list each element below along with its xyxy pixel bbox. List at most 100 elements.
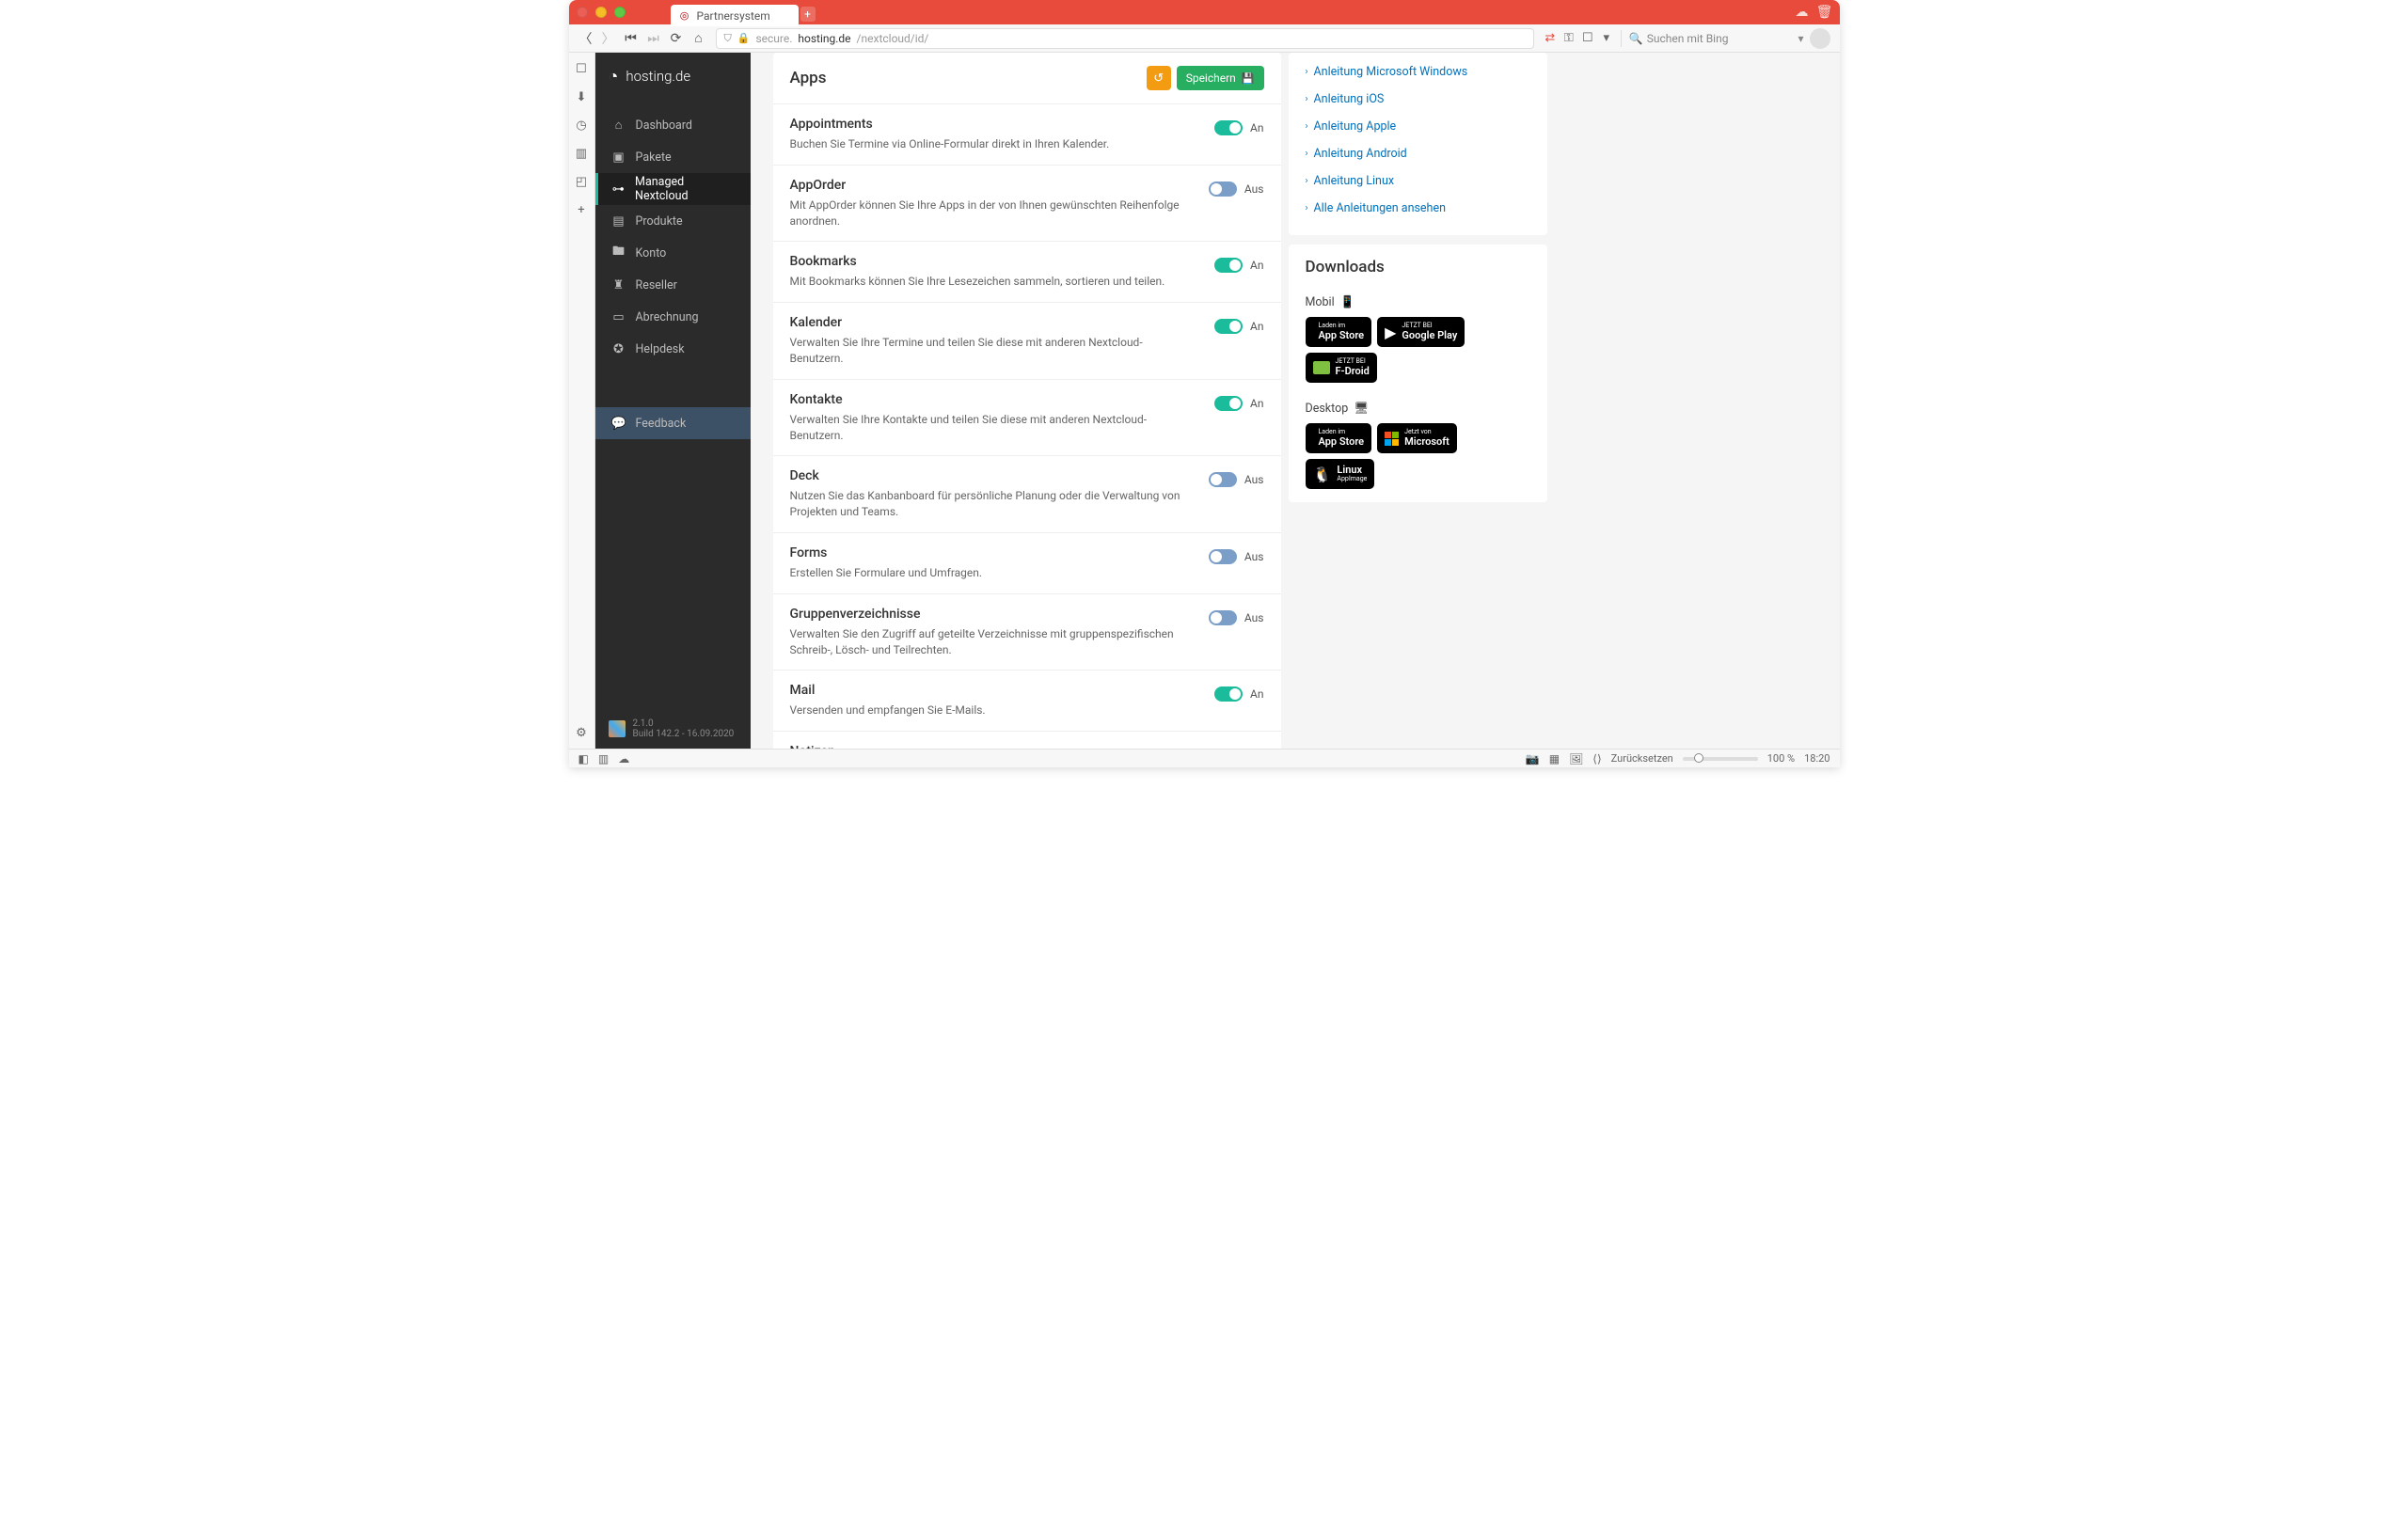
rewind-button[interactable]: ⏮ <box>624 31 639 46</box>
toggle-state-label: An <box>1250 687 1263 701</box>
guide-link[interactable]: ›Anleitung Linux <box>1306 167 1530 195</box>
cloud-icon[interactable]: ☁ <box>1795 5 1810 20</box>
guide-link[interactable]: › Anleitung Android <box>1306 140 1530 167</box>
notes-panel-icon[interactable]: ▥ <box>573 145 590 162</box>
toggle-switch[interactable] <box>1214 258 1243 273</box>
window-titlebar: ◎ Partnersystem + ☁ 🗑 <box>569 0 1840 24</box>
toggle-state-label: An <box>1250 397 1263 410</box>
key-icon[interactable]: ⚿ <box>1562 32 1576 45</box>
tab-title: Partnersystem <box>697 9 770 23</box>
downloads-panel-icon[interactable]: ⬇ <box>573 88 590 105</box>
sb-reset-link[interactable]: Zurücksetzen <box>1611 752 1673 765</box>
logo-mark-icon: ◔ <box>609 67 619 87</box>
avatar-button[interactable] <box>1810 28 1830 49</box>
googleplay-badge[interactable]: ▶ JETZT BEI Google Play <box>1377 317 1465 347</box>
microsoft-badge[interactable]: Jetzt von Microsoft <box>1377 423 1457 453</box>
sb-camera-icon[interactable]: 📷 <box>1526 752 1540 766</box>
fastforward-button[interactable]: ⏭ <box>646 31 661 46</box>
sidebar-label: Feedback <box>636 417 687 431</box>
sidebar-item-feedback[interactable]: 💬 Feedback <box>595 407 751 439</box>
shield-icon: ⛉ <box>724 32 732 45</box>
app-description: Nutzen Sie das Kanbanboard für persönlic… <box>790 488 1190 520</box>
app-row: MailVersenden und empfangen Sie E-Mails.… <box>773 670 1281 731</box>
sidebar-label: Produkte <box>636 214 683 229</box>
bookmark-icon[interactable]: ☐ <box>1581 32 1594 45</box>
sidebar-item-konto[interactable]: 🖿Konto <box>595 237 751 269</box>
linux-badge[interactable]: 🐧 Linux AppImage <box>1306 459 1375 489</box>
add-panel-icon[interactable]: + <box>573 201 590 218</box>
toggle-switch[interactable] <box>1214 396 1243 411</box>
sb-panel2-icon[interactable]: ▥ <box>598 752 609 766</box>
speech-icon: 💬 <box>611 417 626 431</box>
sidebar-item-helpdesk[interactable]: ✪Helpdesk <box>595 333 751 365</box>
reload-button[interactable]: ⟳ <box>669 31 684 46</box>
search-box[interactable]: 🔍 Suchen mit Bing ▾ <box>1629 32 1804 45</box>
toggle-switch[interactable] <box>1214 120 1243 135</box>
toggle-switch[interactable] <box>1209 472 1237 487</box>
guide-link[interactable]: ›Anleitung Microsoft Windows <box>1306 58 1530 86</box>
brand-logo[interactable]: ◔ hosting.de <box>595 53 751 100</box>
sidebar-label: Reseller <box>636 278 677 292</box>
toggle-switch[interactable] <box>1214 319 1243 334</box>
sb-tiles-icon[interactable]: ▦ <box>1549 752 1560 766</box>
sidebar-item-pakete[interactable]: ▣Pakete <box>595 141 751 173</box>
window-minimize-button[interactable] <box>595 7 607 18</box>
revert-button[interactable]: ↺ <box>1147 66 1171 90</box>
app-row: KalenderVerwalten Sie Ihre Termine und t… <box>773 302 1281 379</box>
window-close-button[interactable] <box>577 7 588 18</box>
sidebar-item-managed-nextcloud[interactable]: ⊶Managed Nextcloud <box>595 173 751 205</box>
sb-cloud-icon[interactable]: ☁ <box>618 752 629 766</box>
fdroid-badge[interactable]: JETZT BEI F-Droid <box>1306 353 1377 383</box>
toggle-state-label: An <box>1250 320 1263 333</box>
toggle-switch[interactable] <box>1209 610 1237 625</box>
toggle-switch[interactable] <box>1209 549 1237 564</box>
sidebar-label: Abrechnung <box>636 310 699 324</box>
nav-icon: ⌂ <box>611 118 626 133</box>
chevron-right-icon: › <box>1306 67 1308 77</box>
appstore-badge[interactable]: Laden im App Store <box>1306 317 1372 347</box>
save-label: Speichern <box>1186 71 1236 85</box>
microsoft-icon <box>1385 432 1399 446</box>
app-description: Verwalten Sie den Zugriff auf geteilte V… <box>790 626 1190 658</box>
search-dropdown-icon[interactable]: ▾ <box>1798 32 1803 45</box>
address-bar[interactable]: ⛉ 🔒 secure.hosting.de/nextcloud/id/ <box>716 28 1534 49</box>
browser-tab[interactable]: ◎ Partnersystem <box>671 5 799 26</box>
new-tab-button[interactable]: + <box>800 7 816 22</box>
sidebar-item-dashboard[interactable]: ⌂Dashboard <box>595 109 751 141</box>
home-button[interactable]: ⌂ <box>691 30 706 46</box>
back-button[interactable]: 〈 <box>578 29 594 48</box>
toggle-switch[interactable] <box>1214 687 1243 702</box>
settings-panel-icon[interactable]: ⚙ <box>573 724 590 741</box>
save-button[interactable]: Speichern 💾 <box>1177 66 1264 90</box>
search-placeholder: Suchen mit Bing <box>1647 32 1729 45</box>
sidebar-item-reseller[interactable]: ♜Reseller <box>595 269 751 301</box>
sidebar-item-abrechnung[interactable]: ▭Abrechnung <box>595 301 751 333</box>
guide-link[interactable]: ›Alle Anleitungen ansehen <box>1306 195 1530 222</box>
guide-link[interactable]: ›Anleitung iOS <box>1306 86 1530 113</box>
sb-code-icon[interactable]: ⟨⟩ <box>1592 752 1601 766</box>
chevron-right-icon: › <box>1306 149 1308 159</box>
guide-link[interactable]: ›Anleitung Apple <box>1306 113 1530 140</box>
toggle-state-label: An <box>1250 121 1263 134</box>
forward-button[interactable]: 〉 <box>601 29 616 48</box>
sb-image-icon[interactable]: 🖼 <box>1569 752 1583 766</box>
trash-icon[interactable]: 🗑 <box>1817 5 1832 20</box>
guides-card: ›Anleitung Microsoft Windows›Anleitung i… <box>1289 53 1547 235</box>
toggle-switch[interactable] <box>1209 182 1237 197</box>
sidebar-item-produkte[interactable]: ▤Produkte <box>595 205 751 237</box>
chevron-right-icon: › <box>1306 203 1308 213</box>
window-maximize-button[interactable] <box>614 7 626 18</box>
sidebar-label: Helpdesk <box>636 342 685 356</box>
zoom-slider[interactable] <box>1683 757 1758 761</box>
bookmarks-panel-icon[interactable]: ☐ <box>573 60 590 77</box>
brand-name: hosting.de <box>626 68 690 85</box>
translate-icon[interactable]: ⇄ <box>1544 32 1557 45</box>
mac-appstore-badge[interactable]: Laden im App Store <box>1306 423 1372 453</box>
history-panel-icon[interactable]: ◷ <box>573 117 590 134</box>
app-name: Forms <box>790 545 983 560</box>
downloads-card: Downloads Mobil 📱 Laden im App Store <box>1289 245 1547 502</box>
sb-panel-icon[interactable]: ◧ <box>578 752 589 766</box>
window-panel-icon[interactable]: ◰ <box>573 173 590 190</box>
guide-link-text: Anleitung Android <box>1314 147 1407 161</box>
chevron-down-icon[interactable]: ▾ <box>1600 32 1613 45</box>
